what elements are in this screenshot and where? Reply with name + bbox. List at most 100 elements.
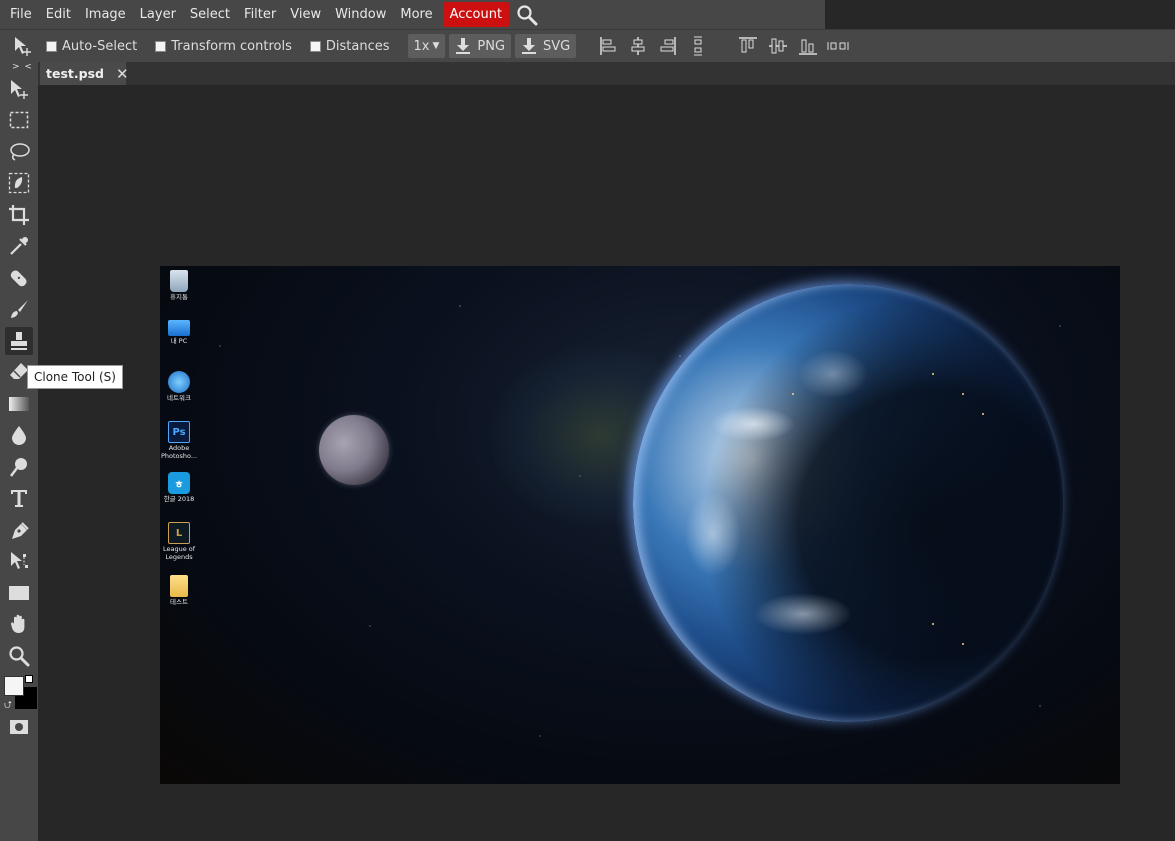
desktop-icon-label: 내 PC: [170, 337, 188, 345]
rectangle-tool[interactable]: [5, 579, 33, 607]
document-tab[interactable]: test.psd ✕: [40, 62, 129, 85]
desktop-icon-label: 휴지통: [170, 293, 188, 301]
bandage-icon: [10, 270, 27, 287]
pen-tool[interactable]: [5, 516, 33, 544]
marquee-icon: [9, 111, 29, 129]
menu-more[interactable]: More: [393, 2, 439, 27]
menu-bar-empty: [825, 0, 1175, 29]
transform-controls-label: Transform controls: [171, 38, 292, 54]
checkbox-box[interactable]: [46, 40, 57, 52]
menu-layer[interactable]: Layer: [133, 2, 183, 27]
menu-image[interactable]: Image: [78, 2, 133, 27]
quick-select-tool[interactable]: [5, 169, 33, 197]
desktop-icon-label: Adobe Photosho...: [160, 444, 198, 460]
menu-select[interactable]: Select: [183, 2, 237, 27]
drop-icon: [12, 426, 26, 445]
png-label: PNG: [477, 38, 506, 54]
default-colors-icon[interactable]: [25, 675, 33, 683]
menu-view[interactable]: View: [283, 2, 328, 27]
transform-controls-checkbox[interactable]: Transform controls: [155, 39, 292, 54]
lasso-icon: [10, 143, 30, 161]
clone-stamp-tool[interactable]: [5, 327, 33, 355]
desktop-icon-league: L League of Legends: [160, 522, 198, 561]
auto-select-checkbox[interactable]: Auto-Select: [46, 39, 137, 54]
menu-filter[interactable]: Filter: [237, 2, 283, 27]
account-button[interactable]: Account: [442, 2, 510, 27]
dodge-tool[interactable]: [5, 453, 33, 481]
folder-icon: [170, 575, 188, 597]
checkbox-box[interactable]: [155, 40, 167, 52]
quick-select-icon: [8, 172, 30, 194]
align-center-h-icon[interactable]: [626, 34, 650, 58]
eyedropper-tool[interactable]: [5, 232, 33, 260]
distances-checkbox[interactable]: Distances: [309, 38, 390, 54]
desktop-icon-recycle-bin: 휴지통: [160, 270, 198, 301]
dodge-icon: [10, 458, 27, 477]
auto-select-label: Auto-Select: [62, 38, 138, 54]
align-top-icon[interactable]: [736, 34, 760, 58]
crop-icon: [9, 205, 29, 225]
search-icon[interactable]: [515, 3, 539, 27]
rectangle-icon: [9, 586, 29, 600]
type-icon: [11, 490, 27, 507]
document-tab-label: test.psd: [46, 66, 104, 81]
quick-mask-toggle[interactable]: [5, 713, 33, 741]
export-png-button[interactable]: PNG: [449, 34, 512, 58]
collapse-toggle[interactable]: > <: [12, 62, 33, 72]
zoom-value: 1x: [413, 38, 430, 54]
export-svg-button[interactable]: SVG: [515, 34, 577, 58]
download-icon: [456, 38, 471, 54]
options-bar: Auto-Select Transform controls Distances…: [0, 29, 1175, 62]
zoom-tool[interactable]: [5, 642, 33, 670]
type-tool[interactable]: [5, 484, 33, 512]
close-icon[interactable]: ✕: [116, 65, 129, 83]
checkbox-box[interactable]: [309, 40, 321, 52]
desktop-icon-label: 테스트: [170, 598, 188, 606]
distribute-horizontal-icon[interactable]: [826, 34, 850, 58]
desktop-icon-folder: 테스트: [160, 575, 198, 606]
marquee-tool[interactable]: [5, 106, 33, 134]
tool-tooltip: Clone Tool (S): [27, 365, 123, 389]
lasso-tool[interactable]: [5, 138, 33, 166]
crop-tool[interactable]: [5, 201, 33, 229]
gradient-tool[interactable]: [5, 390, 33, 418]
menu-bar: File Edit Image Layer Select Filter View…: [0, 0, 825, 29]
desktop-icon-photoshop: Ps Adobe Photosho...: [160, 421, 198, 460]
distribute-vertical-icon[interactable]: [686, 34, 710, 58]
tools-panel: > < ⮍: [0, 62, 38, 841]
chevron-down-icon: ▼: [432, 41, 440, 51]
healing-tool[interactable]: [5, 264, 33, 292]
blur-tool[interactable]: [5, 421, 33, 449]
distances-label: Distances: [325, 38, 390, 54]
stamp-icon: [11, 332, 27, 350]
foreground-color-swatch[interactable]: [4, 676, 24, 696]
brush-tool[interactable]: [5, 295, 33, 323]
align-center-v-icon[interactable]: [766, 34, 790, 58]
document-canvas[interactable]: 휴지통 내 PC 네트워크 Ps Adobe Photosho... ㅎ 한글 …: [160, 266, 1120, 784]
city-lights-layer: [633, 284, 1063, 722]
svg-label: SVG: [543, 38, 571, 54]
path-select-tool[interactable]: [5, 547, 33, 575]
zoom-select[interactable]: 1x ▼: [407, 34, 446, 58]
move-tool[interactable]: [5, 75, 33, 103]
desktop-icon-hangul: ㅎ 한글 2018: [160, 472, 198, 503]
menu-file[interactable]: File: [3, 2, 39, 27]
move-arrow-icon: [15, 37, 31, 56]
desktop-icon-label: League of Legends: [162, 545, 196, 561]
download-icon: [522, 38, 537, 54]
desktop-icon-label: 네트워크: [167, 394, 191, 402]
desktop-icon-label: 한글 2018: [163, 495, 195, 503]
move-tool-indicator: [0, 35, 46, 57]
hand-tool[interactable]: [5, 610, 33, 638]
align-right-icon[interactable]: [656, 34, 680, 58]
gradient-icon: [9, 397, 29, 411]
network-icon: [168, 371, 190, 393]
menu-edit[interactable]: Edit: [39, 2, 78, 27]
recycle-bin-icon: [170, 270, 188, 292]
photoshop-icon: Ps: [168, 421, 190, 443]
eyedropper-icon: [10, 237, 28, 255]
align-left-icon[interactable]: [596, 34, 620, 58]
align-bottom-icon[interactable]: [796, 34, 820, 58]
menu-window[interactable]: Window: [328, 2, 393, 27]
desktop-icon-network: 네트워크: [160, 371, 198, 402]
